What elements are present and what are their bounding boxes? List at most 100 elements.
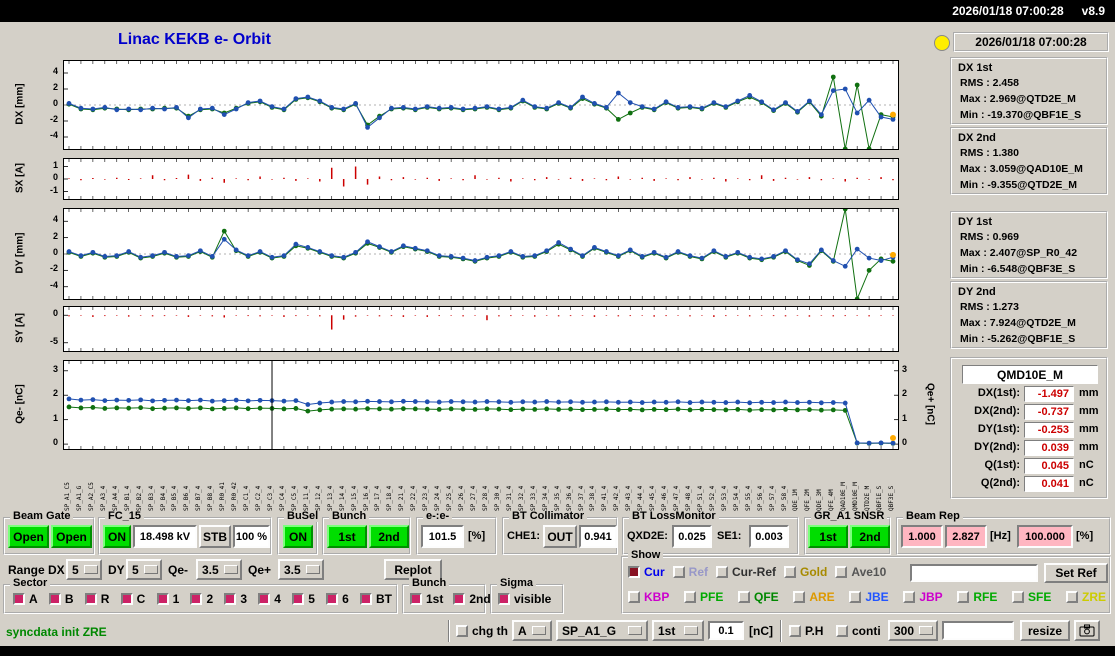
panel-label: Bunch xyxy=(409,578,450,589)
show-row2-qfe-checkbox[interactable]: QFE xyxy=(738,590,779,604)
ref-name-input[interactable] xyxy=(910,564,1038,582)
x-axis-label: SP_51_4 xyxy=(696,485,704,511)
x-axis-label: SP_55_4 xyxy=(744,485,752,511)
select-value: A xyxy=(518,623,527,638)
panel-label: Beam Rep xyxy=(903,511,963,522)
sector-3-checkbox[interactable]: 3 xyxy=(224,592,247,606)
che1-out-button[interactable]: OUT xyxy=(543,525,577,548)
fc15-stb-button[interactable]: STB xyxy=(199,525,231,548)
x-axis-label: SP_34_4 xyxy=(541,485,549,511)
sector-r-checkbox[interactable]: R xyxy=(84,592,109,606)
show-row1-cur-ref-checkbox[interactable]: Cur-Ref xyxy=(716,565,776,579)
fc15-on-button[interactable]: ON xyxy=(103,525,131,548)
conti-checkbox[interactable]: conti xyxy=(836,624,881,638)
sector-b-checkbox[interactable]: B xyxy=(48,592,74,606)
dx-1st-stats-panel: DX 1st RMS : 2.458 Max : 2.969@QTD2E_M M… xyxy=(950,57,1108,125)
page-title: Linac KEKB e- Orbit xyxy=(118,31,271,48)
checkbox-label: QFE xyxy=(754,590,779,604)
range-dx-select[interactable]: 5 xyxy=(66,559,102,580)
sy-steering-plot[interactable] xyxy=(63,306,899,352)
show-row1-cur-checkbox[interactable]: Cur xyxy=(628,565,665,579)
show-row2-sfe-checkbox[interactable]: SFE xyxy=(1011,590,1051,604)
dx-orbit-plot[interactable] xyxy=(63,60,899,150)
threshold-input[interactable]: 0.1 xyxy=(708,621,744,640)
chg-th-checkbox[interactable]: chg th xyxy=(456,624,508,638)
bunch-filter-1st-checkbox[interactable]: 1st xyxy=(410,592,443,606)
checkbox-indicator xyxy=(120,593,133,605)
checkbox-indicator xyxy=(836,625,848,637)
top-title-bar: 2026/01/18 07:00:28 v8.9 xyxy=(0,0,1115,22)
beam-rep-value-3: 100.000 xyxy=(1017,525,1073,548)
x-axis-label: SP_B3_4 xyxy=(147,485,155,511)
sx-steering-plot[interactable] xyxy=(63,158,899,200)
checkbox-indicator xyxy=(793,591,806,603)
interval-select[interactable]: 300 xyxy=(888,620,938,641)
checkbox-indicator xyxy=(1065,591,1078,603)
sector-6-checkbox[interactable]: 6 xyxy=(326,592,349,606)
gr-a1-2nd-button[interactable]: 2nd xyxy=(850,525,890,548)
heartbeat-led-icon xyxy=(934,35,950,51)
x-axis-label: SP_23_4 xyxy=(422,485,430,511)
x-axis-label: SP_13_4 xyxy=(326,485,334,511)
resize-button[interactable]: resize xyxy=(1020,620,1070,641)
sector-5-checkbox[interactable]: 5 xyxy=(292,592,315,606)
show-row2-rfe-checkbox[interactable]: RFE xyxy=(957,590,997,604)
qe-right-y-axis-label: Qe+ [nC] xyxy=(924,383,936,425)
checkbox-label: C xyxy=(136,592,146,606)
sx-ytick-label: 1 xyxy=(52,159,58,170)
show-row2-zre-checkbox[interactable]: ZRE xyxy=(1065,590,1106,604)
camera-icon xyxy=(1079,624,1095,637)
qe-ytick-label: 2 xyxy=(52,388,58,399)
range-dy-select[interactable]: 5 xyxy=(126,559,162,580)
dy-orbit-plot[interactable] xyxy=(63,208,899,300)
gr-a1-1st-button[interactable]: 1st xyxy=(808,525,848,548)
dx-ytick-label: 4 xyxy=(52,66,58,76)
range-qe-plus-select[interactable]: 3.5 xyxy=(278,559,324,580)
x-axis-labels: SP_A1_C5 SP_A1_G SP_A2_C5 SP_A3_4 SP_A4_4 SP_… xyxy=(63,450,899,512)
charge-plot[interactable] xyxy=(63,360,899,450)
checkbox-label: B xyxy=(64,592,74,606)
sector-a-select[interactable]: A xyxy=(512,620,552,641)
bpm-select[interactable]: SP_A1_G xyxy=(556,620,648,641)
bunch-2nd-button[interactable]: 2nd xyxy=(369,525,409,548)
threshold-unit: [nC] xyxy=(749,624,773,638)
sigma-visible-checkbox[interactable]: visible xyxy=(498,592,551,606)
show-row2-are-checkbox[interactable]: ARE xyxy=(793,590,835,604)
sx-y-axis-label: SX [A] xyxy=(14,163,26,193)
sector-2-checkbox[interactable]: 2 xyxy=(190,592,213,606)
show-row2-pfe-checkbox[interactable]: PFE xyxy=(684,590,723,604)
show-row1-gold-checkbox[interactable]: Gold xyxy=(784,565,827,579)
show-row2-kbp-checkbox[interactable]: KBP xyxy=(628,590,669,604)
sector-4-checkbox[interactable]: 4 xyxy=(258,592,281,606)
beam-gate-open-button-2[interactable]: Open xyxy=(51,525,92,548)
range-qe-minus-select[interactable]: 3.5 xyxy=(196,559,242,580)
beam-gate-open-button-1[interactable]: Open xyxy=(8,525,49,548)
show-row2-jbe-checkbox[interactable]: JBE xyxy=(849,590,889,604)
sector-a-checkbox[interactable]: A xyxy=(13,592,38,606)
sector-bt-checkbox[interactable]: BT xyxy=(360,592,392,606)
x-axis-label: QFE_4M xyxy=(828,489,836,511)
checkbox-indicator xyxy=(628,591,640,603)
panel-label: e-:e- xyxy=(423,511,453,522)
qe-right-ytick-label: 2 xyxy=(902,388,908,399)
show-row1-ave10-checkbox[interactable]: Ave10 xyxy=(835,565,886,579)
sector-1-checkbox[interactable]: 1 xyxy=(156,592,179,606)
stats-title: DY 2nd xyxy=(958,286,996,298)
dropdown-indicator xyxy=(532,626,546,635)
bunch-filter-2nd-checkbox[interactable]: 2nd xyxy=(453,592,491,606)
show-row1-ref-checkbox[interactable]: Ref xyxy=(672,565,708,579)
screenshot-button[interactable] xyxy=(1074,620,1100,641)
beam-rep-hz-unit: [Hz] xyxy=(990,530,1011,542)
ph-checkbox[interactable]: P.H xyxy=(789,624,823,638)
stats-min: Min : -6.548@QBF3E_S xyxy=(960,263,1076,275)
checkbox-indicator xyxy=(292,593,305,605)
qe-right-ytick-label: 3 xyxy=(902,363,908,374)
busel-on-button[interactable]: ON xyxy=(283,525,313,548)
sector-c-checkbox[interactable]: C xyxy=(120,592,146,606)
bunch-1st-button[interactable]: 1st xyxy=(327,525,367,548)
show-row2-jbp-checkbox[interactable]: JBP xyxy=(903,590,943,604)
aux-input[interactable] xyxy=(942,621,1014,640)
data-timestamp: 2026/01/18 07:00:28 xyxy=(953,32,1109,52)
set-ref-button[interactable]: Set Ref xyxy=(1044,563,1108,583)
bunch-select[interactable]: 1st xyxy=(652,620,704,641)
